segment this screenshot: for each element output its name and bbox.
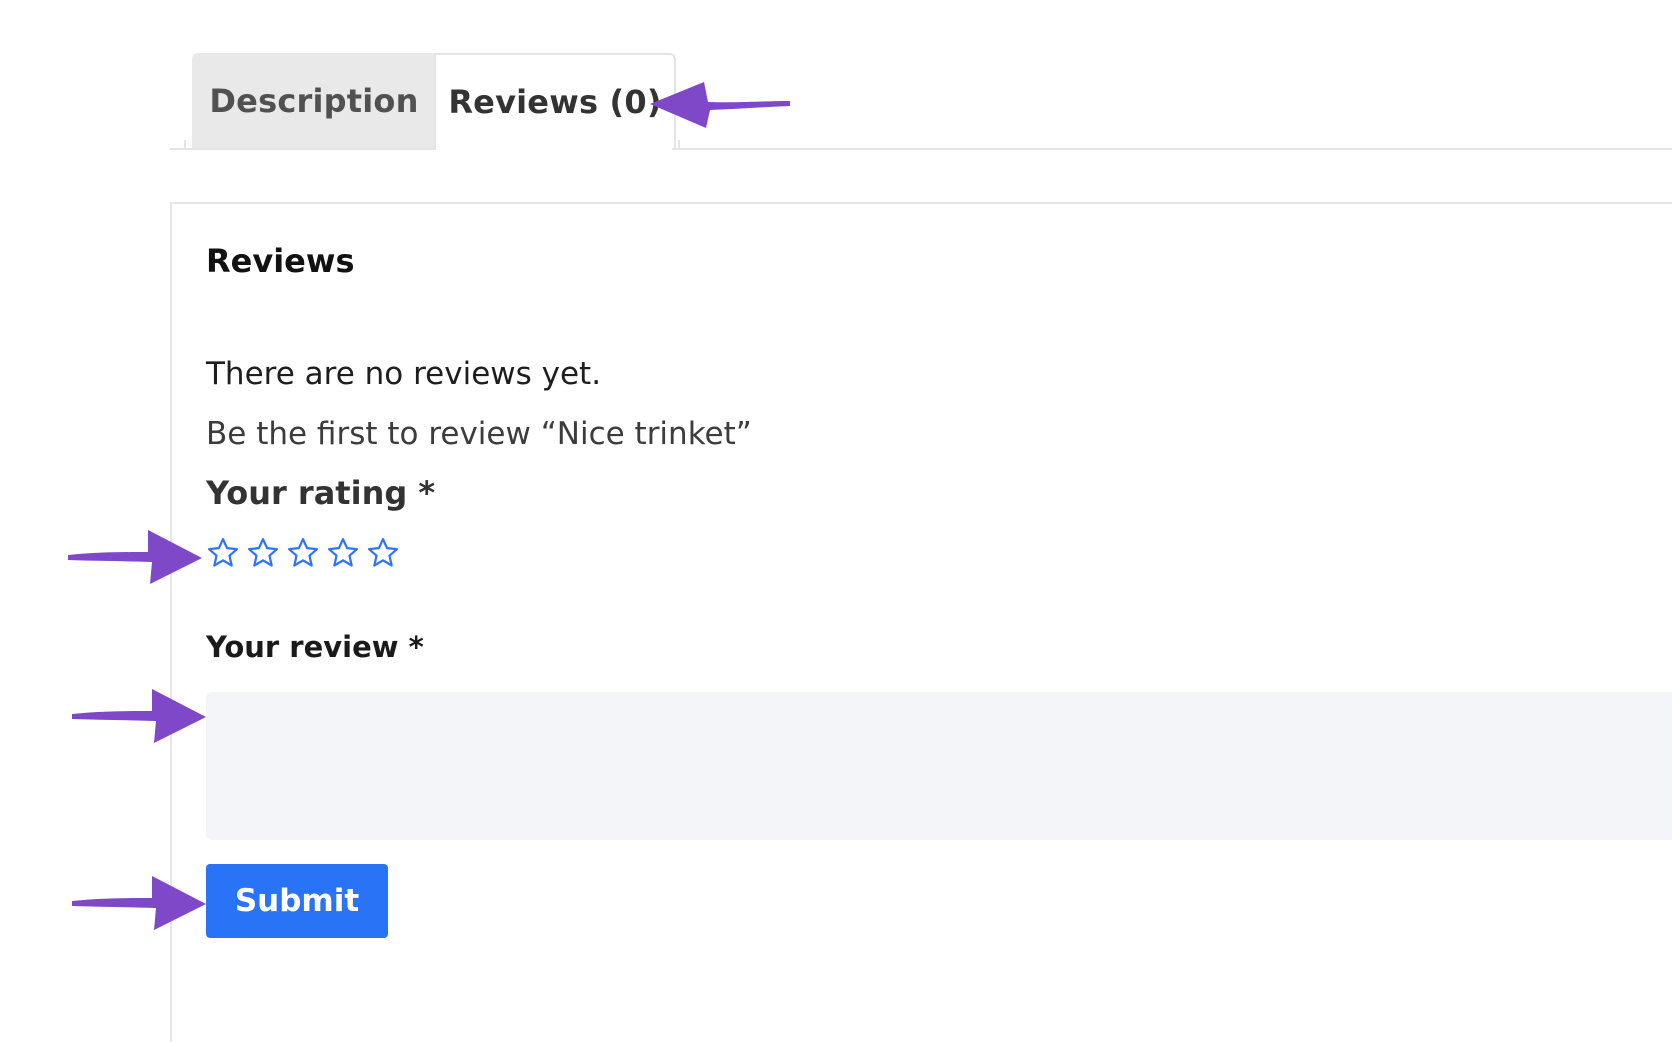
submit-button[interactable]: Submit <box>206 864 388 938</box>
star-outline-icon[interactable] <box>206 536 240 570</box>
star-outline-icon[interactable] <box>286 536 320 570</box>
reviews-panel: Reviews There are no reviews yet. Be the… <box>170 202 1672 1042</box>
star-outline-icon[interactable] <box>366 536 400 570</box>
active-tab-gap <box>436 146 672 150</box>
tabs-divider <box>170 148 1672 150</box>
tab-corner-right <box>670 140 680 150</box>
reviews-heading: Reviews <box>206 242 355 280</box>
tab-reviews[interactable]: Reviews (0) <box>434 53 676 149</box>
star-rating <box>206 536 400 576</box>
rating-label: Your rating * <box>206 474 436 512</box>
no-reviews-message: There are no reviews yet. <box>206 356 602 392</box>
star-outline-icon[interactable] <box>326 536 360 570</box>
review-textarea[interactable] <box>206 692 1672 840</box>
review-label: Your review * <box>206 630 424 664</box>
review-form-intro: Be the first to review “Nice trinket” <box>206 416 752 452</box>
tab-corner-left <box>184 140 194 150</box>
star-outline-icon[interactable] <box>246 536 280 570</box>
tab-description[interactable]: Description <box>192 53 436 149</box>
